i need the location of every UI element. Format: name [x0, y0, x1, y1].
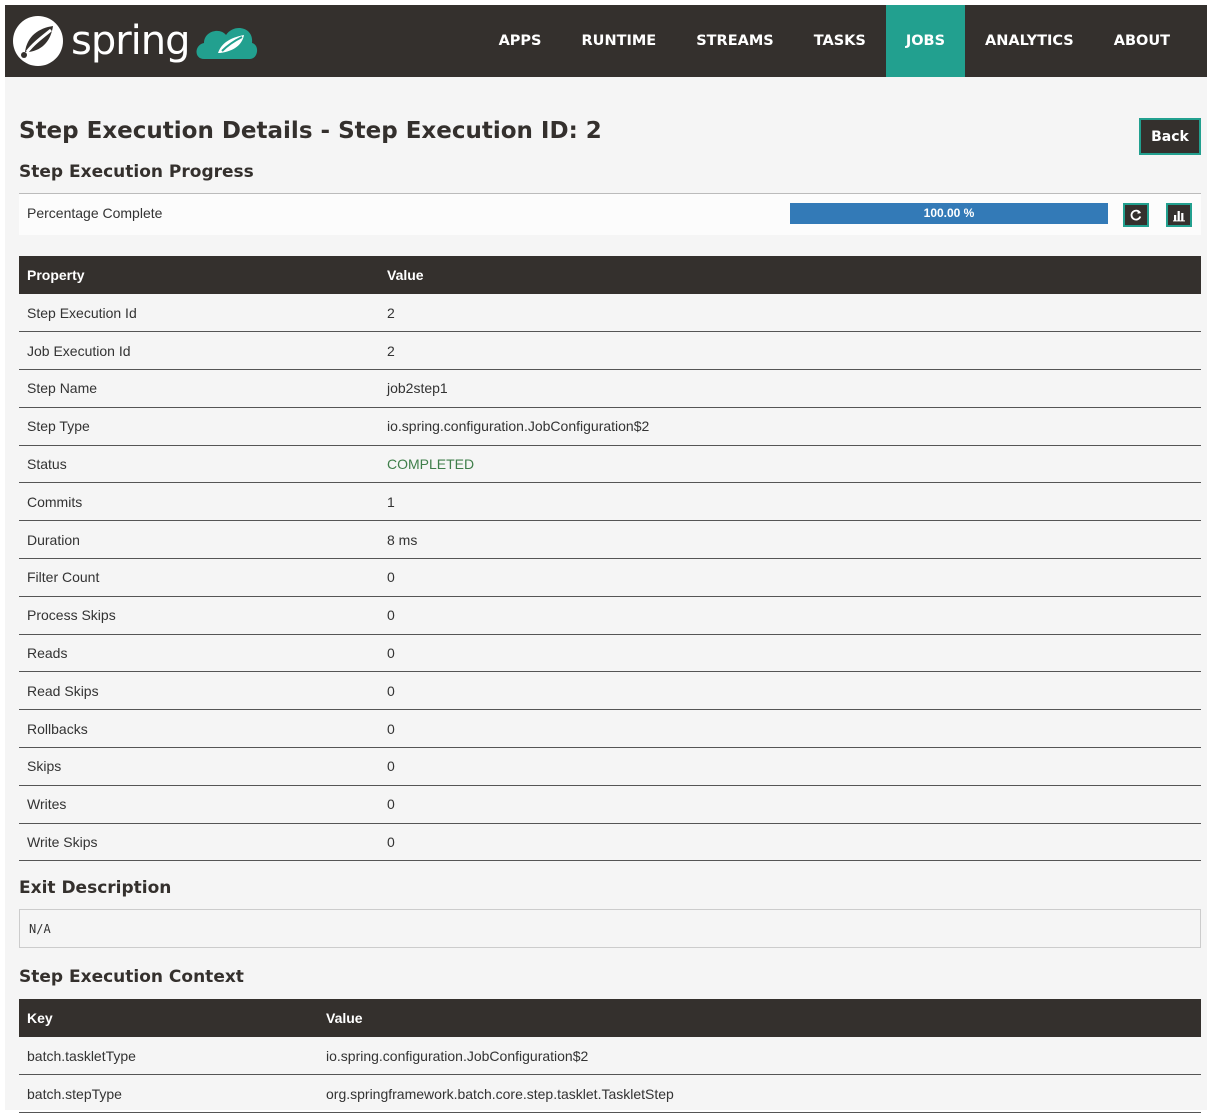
table-row: batch.taskletType io.spring.configuration…: [19, 1037, 1201, 1076]
property-value: io.spring.configuration.JobConfiguration…: [379, 407, 1201, 446]
context-key: batch.taskletType: [19, 1037, 318, 1076]
main-nav: APPS RUNTIME STREAMS TASKS JOBS ANALYTIC…: [479, 5, 1190, 77]
back-button[interactable]: Back: [1139, 118, 1201, 155]
property-name: Filter Count: [19, 558, 379, 597]
property-name: Reads: [19, 634, 379, 673]
table-row: Reads 0: [19, 634, 1201, 673]
property-value: 0: [379, 785, 1201, 824]
page-title: Step Execution Details - Step Execution …: [19, 118, 602, 144]
nav-item-tasks[interactable]: TASKS: [794, 5, 886, 77]
table-row: Read Skips 0: [19, 671, 1201, 711]
table-row: Step Execution Id 2: [19, 294, 1201, 333]
table-row: Write Skips 0: [19, 823, 1201, 862]
top-navbar: spring APPS RUNTIME STREAMS TASKS JOBS A…: [5, 5, 1207, 77]
property-name: Step Execution Id: [19, 294, 379, 333]
table-row: Duration 8 ms: [19, 520, 1201, 560]
property-name: Status: [19, 445, 379, 484]
table-row: batch.stepType org.springframework.batch.…: [19, 1074, 1201, 1113]
nav-item-analytics[interactable]: ANALYTICS: [965, 5, 1094, 77]
exit-description: N/A: [19, 909, 1201, 948]
spring-leaf-icon: [13, 16, 63, 66]
spring-logo[interactable]: spring: [13, 11, 260, 71]
context-table: Key Value batch.taskletType io.spring.con…: [19, 999, 1201, 1113]
property-value: 2: [379, 331, 1201, 371]
property-name: Write Skips: [19, 823, 379, 862]
column-header-property: Property: [19, 256, 379, 294]
nav-item-runtime[interactable]: RUNTIME: [562, 5, 677, 77]
property-value: 2: [379, 294, 1201, 333]
properties-table: Property Value Step Execution Id 2 Job Exe…: [19, 256, 1201, 862]
column-header-key: Key: [19, 999, 318, 1037]
column-header-value: Value: [379, 256, 1201, 294]
property-value: 0: [379, 709, 1201, 749]
brand-name: spring: [71, 18, 191, 64]
app-frame: spring APPS RUNTIME STREAMS TASKS JOBS A…: [5, 5, 1207, 1113]
property-name: Duration: [19, 520, 379, 560]
property-name: Step Type: [19, 407, 379, 446]
table-row: Step Type io.spring.configuration.JobConf…: [19, 407, 1201, 446]
nav-item-apps[interactable]: APPS: [479, 5, 562, 77]
progress-row: Percentage Complete 100.00 %: [19, 193, 1201, 235]
refresh-button[interactable]: [1123, 203, 1149, 227]
property-name: Writes: [19, 785, 379, 824]
property-value: job2step1: [379, 369, 1201, 408]
progress-label: Percentage Complete: [27, 205, 163, 221]
property-value: 0: [379, 671, 1201, 711]
progress-bar-text: 100.00 %: [923, 206, 975, 220]
property-value: 1: [379, 482, 1201, 522]
property-value: 0: [379, 634, 1201, 673]
property-name: Skips: [19, 747, 379, 786]
property-name: Process Skips: [19, 596, 379, 635]
property-name: Job Execution Id: [19, 331, 379, 371]
context-section-title: Step Execution Context: [19, 967, 244, 987]
progress-section-title: Step Execution Progress: [19, 162, 254, 182]
table-row: Filter Count 0: [19, 558, 1201, 597]
table-row: Rollbacks 0: [19, 709, 1201, 749]
progress-bar: 100.00 %: [790, 203, 1108, 224]
property-value: 0: [379, 747, 1201, 786]
property-value: 0: [379, 823, 1201, 862]
context-key: batch.stepType: [19, 1074, 318, 1113]
property-name: Step Name: [19, 369, 379, 408]
property-name: Commits: [19, 482, 379, 522]
context-value: org.springframework.batch.core.step.task…: [318, 1074, 1201, 1113]
table-row: Commits 1: [19, 482, 1201, 522]
nav-item-jobs[interactable]: JOBS: [885, 5, 966, 77]
table-row: Step Name job2step1: [19, 369, 1201, 408]
table-header-row: Key Value: [19, 999, 1201, 1037]
nav-item-streams[interactable]: STREAMS: [676, 5, 794, 77]
property-name: Read Skips: [19, 671, 379, 711]
property-value: COMPLETED: [379, 445, 1201, 484]
table-header-row: Property Value: [19, 256, 1201, 294]
nav-item-about[interactable]: ABOUT: [1094, 5, 1190, 77]
property-name: Rollbacks: [19, 709, 379, 749]
bar-chart-icon: [1173, 211, 1185, 222]
context-value: io.spring.configuration.JobConfiguration…: [318, 1037, 1201, 1076]
property-value: 0: [379, 558, 1201, 597]
cloud-leaf-icon: [196, 28, 257, 59]
column-header-value: Value: [318, 999, 1201, 1037]
table-row: Process Skips 0: [19, 596, 1201, 635]
table-row: Skips 0: [19, 747, 1201, 786]
property-value: 0: [379, 596, 1201, 635]
table-row: Writes 0: [19, 785, 1201, 824]
refresh-icon: [1130, 209, 1142, 221]
table-row: Job Execution Id 2: [19, 331, 1201, 371]
table-row: Status COMPLETED: [19, 445, 1201, 484]
chart-button[interactable]: [1166, 203, 1192, 227]
property-value: 8 ms: [379, 520, 1201, 560]
exit-section-title: Exit Description: [19, 878, 172, 898]
